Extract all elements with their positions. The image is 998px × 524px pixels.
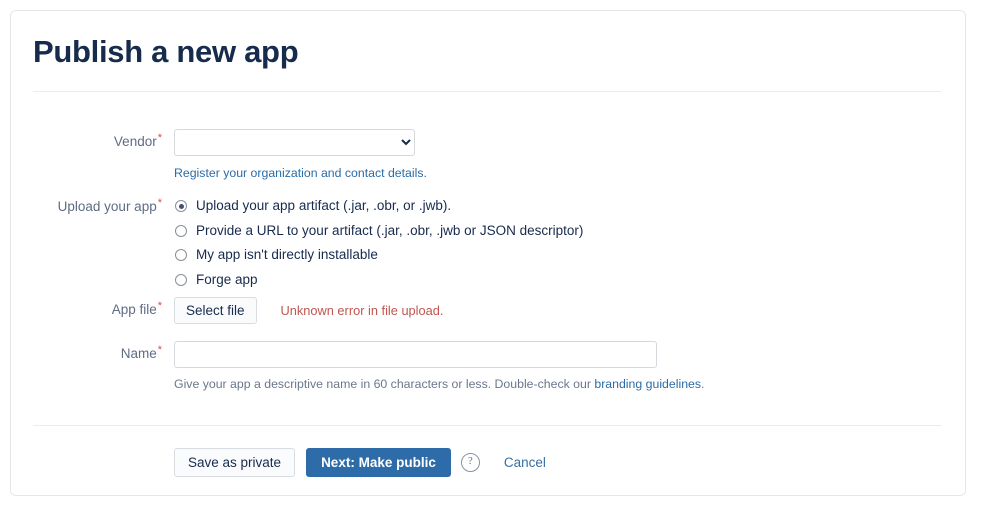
name-required-marker: * <box>157 343 162 356</box>
footer-actions: Save as private Next: Make public ? Canc… <box>174 448 546 477</box>
name-input[interactable] <box>174 341 657 368</box>
name-label: Name* <box>11 343 162 363</box>
upload-app-label-text: Upload your app <box>57 199 157 214</box>
upload-app-label: Upload your app* <box>11 196 162 216</box>
name-helper-prefix: Give your app a descriptive name in 60 c… <box>174 377 595 391</box>
radio-icon-selected[interactable] <box>175 200 187 213</box>
vendor-select[interactable] <box>174 129 415 156</box>
radio-option-not-installable[interactable]: My app isn't directly installable <box>175 243 583 268</box>
save-as-private-button[interactable]: Save as private <box>174 448 296 477</box>
file-upload-error-text: Unknown error in file upload. <box>280 302 444 318</box>
radio-icon-unselected[interactable] <box>175 249 187 262</box>
cancel-link[interactable]: Cancel <box>504 455 546 470</box>
app-file-label-text: App file <box>111 302 157 317</box>
vendor-required-marker: * <box>157 131 162 144</box>
app-file-row: App file* Select file Unknown error in f… <box>11 297 965 327</box>
radio-icon-unselected[interactable] <box>175 224 187 237</box>
upload-app-required-marker: * <box>157 196 162 209</box>
app-file-required-marker: * <box>157 299 162 312</box>
header-divider <box>33 91 941 92</box>
upload-app-row: Upload your app* Upload your app artifac… <box>11 194 965 294</box>
footer-divider <box>33 425 941 426</box>
page-title: Publish a new app <box>33 34 299 69</box>
radio-label-url: Provide a URL to your artifact (.jar, .o… <box>196 222 584 238</box>
app-file-label: App file* <box>11 299 162 319</box>
radio-option-url[interactable]: Provide a URL to your artifact (.jar, .o… <box>175 219 583 244</box>
name-row: Name* Give your app a descriptive name i… <box>11 341 965 393</box>
publish-app-card: Publish a new app Vendor* Register your … <box>10 10 966 496</box>
help-question-icon[interactable]: ? <box>460 453 480 472</box>
radio-option-forge[interactable]: Forge app <box>175 268 583 293</box>
upload-options-group: Upload your app artifact (.jar, .obr, or… <box>175 194 583 292</box>
vendor-row: Vendor* Register your organization and c… <box>11 129 965 181</box>
radio-label-not-installable: My app isn't directly installable <box>196 247 378 263</box>
name-label-text: Name <box>120 346 157 361</box>
name-helper-suffix: . <box>701 377 705 391</box>
next-make-public-button[interactable]: Next: Make public <box>306 448 451 477</box>
radio-icon-unselected[interactable] <box>175 273 187 286</box>
vendor-field-area: Register your organization and contact d… <box>174 129 427 182</box>
radio-label-artifact: Upload your app artifact (.jar, .obr, or… <box>196 198 452 214</box>
register-organization-link[interactable]: Register your organization and contact d… <box>174 166 427 180</box>
vendor-label-text: Vendor <box>113 134 157 149</box>
radio-option-artifact[interactable]: Upload your app artifact (.jar, .obr, or… <box>175 194 583 219</box>
name-helper-text: Give your app a descriptive name in 60 c… <box>174 376 704 392</box>
vendor-label: Vendor* <box>11 131 162 151</box>
name-field-area: Give your app a descriptive name in 60 c… <box>174 341 704 392</box>
select-file-button[interactable]: Select file <box>174 297 257 324</box>
branding-guidelines-link[interactable]: branding guidelines <box>594 377 701 391</box>
radio-label-forge: Forge app <box>196 271 258 287</box>
app-file-field-area: Select file Unknown error in file upload… <box>174 297 443 324</box>
